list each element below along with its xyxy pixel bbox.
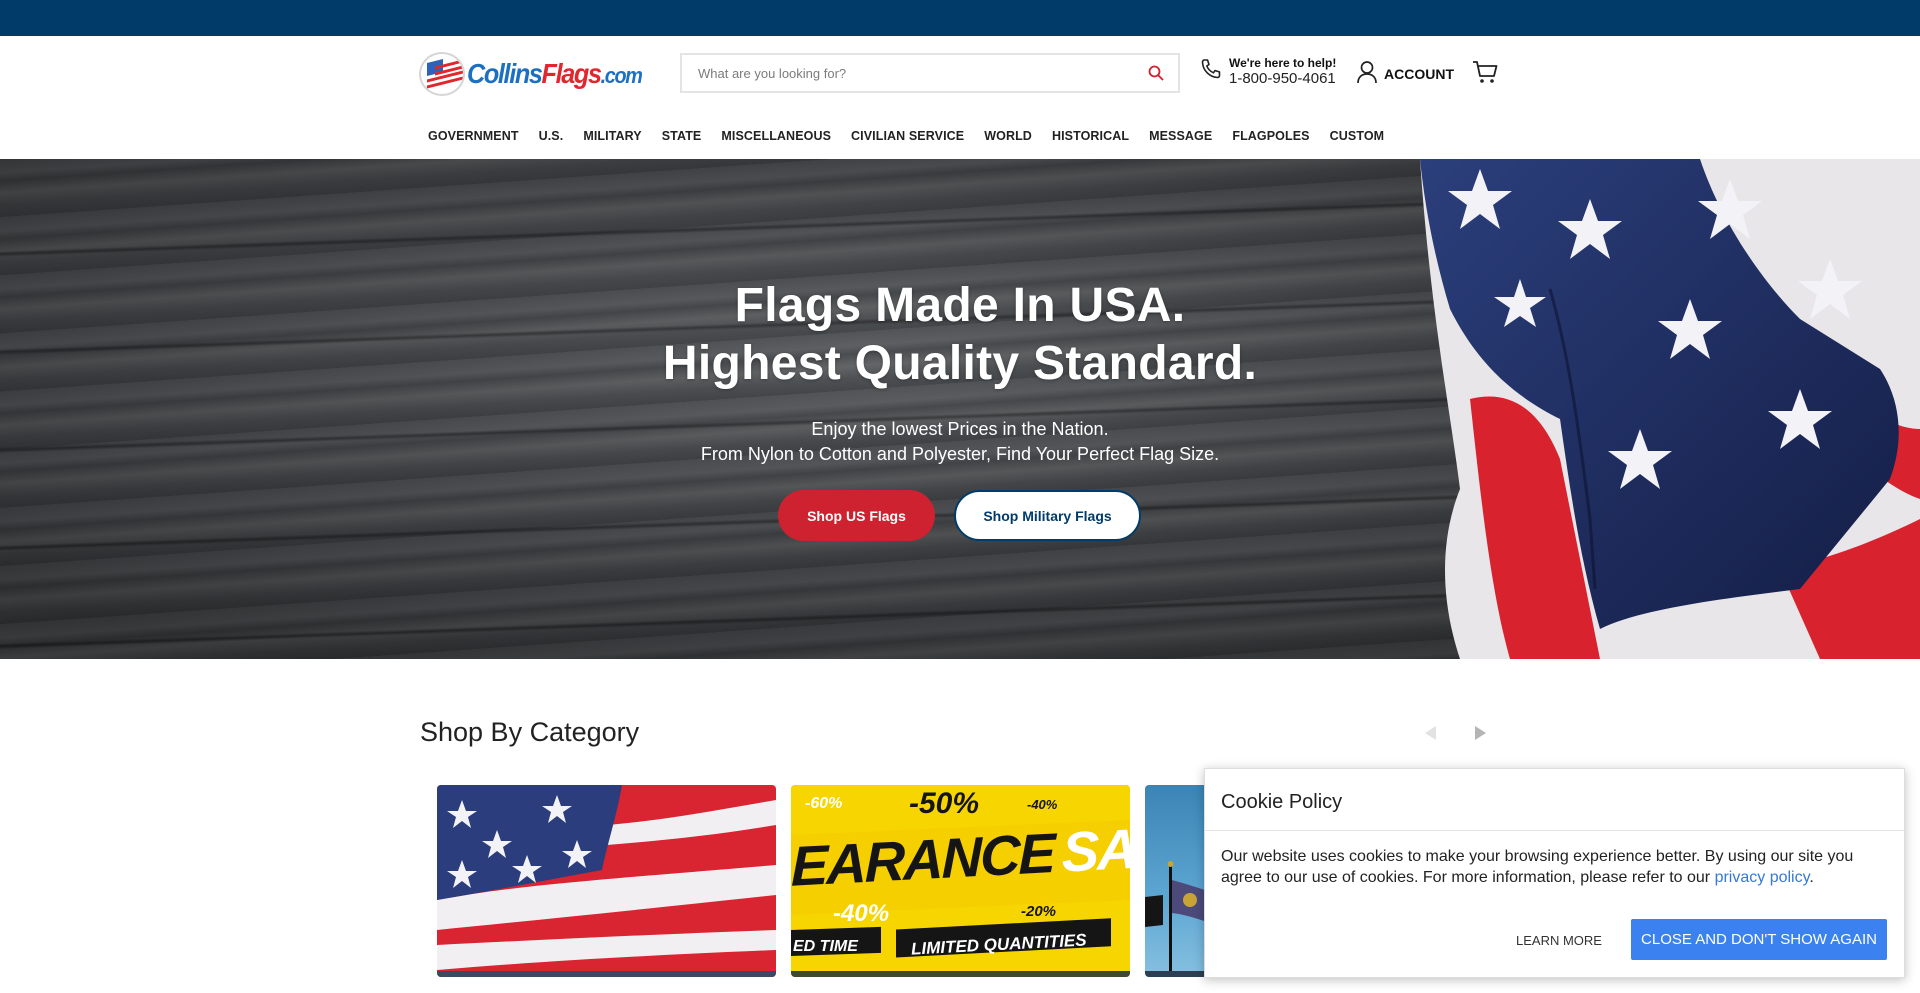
- cookie-title: Cookie Policy: [1221, 791, 1343, 813]
- nav-government[interactable]: GOVERNMENT: [418, 129, 529, 143]
- shop-military-flags-button[interactable]: Shop Military Flags: [954, 490, 1141, 541]
- nav-flagpoles[interactable]: FLAGPOLES: [1222, 129, 1319, 143]
- sale-headline-clearance: EARANCE: [791, 821, 1054, 898]
- logo-text-flags: Flags: [541, 58, 602, 89]
- site-header: CollinsFlags.com We're here to help! 1-8…: [0, 36, 1920, 159]
- shop-us-flags-button[interactable]: Shop US Flags: [778, 490, 935, 541]
- nav-historical[interactable]: HISTORICAL: [1042, 129, 1139, 143]
- logo-text: CollinsFlags.com: [467, 58, 643, 90]
- sale-pct-50: -50%: [909, 787, 980, 820]
- category-card-us-flags[interactable]: [437, 785, 776, 977]
- chevron-right-icon[interactable]: [1475, 726, 1486, 740]
- hero-title: Flags Made In USA. Highest Quality Stand…: [560, 277, 1360, 393]
- phone-number[interactable]: 1-800-950-4061: [1229, 71, 1336, 87]
- hero-title-line2: Highest Quality Standard.: [662, 337, 1258, 390]
- account-link[interactable]: ACCOUNT: [1356, 60, 1454, 87]
- logo-text-domain: .com: [600, 63, 643, 88]
- hero-flag-image: [1420, 159, 1920, 659]
- cart-icon: [1472, 61, 1498, 89]
- hero-subtitle-line2: From Nylon to Cotton and Polyester, Find…: [700, 444, 1220, 464]
- close-cookie-button[interactable]: CLOSE AND DON'T SHOW AGAIN: [1631, 919, 1887, 960]
- nav-military[interactable]: MILITARY: [573, 129, 651, 143]
- sale-tag-limited-time: ED TIME: [793, 938, 858, 955]
- nav-message[interactable]: MESSAGE: [1139, 129, 1222, 143]
- phone-icon: [1199, 57, 1223, 86]
- nav-state[interactable]: STATE: [652, 129, 712, 143]
- top-bar: [0, 0, 1920, 36]
- nav-us[interactable]: U.S.: [529, 129, 574, 143]
- hero-subtitle: Enjoy the lowest Prices in the Nation. F…: [560, 417, 1360, 467]
- nav-custom[interactable]: CUSTOM: [1320, 129, 1395, 143]
- search-bar: [680, 53, 1180, 93]
- hero-banner: Flags Made In USA. Highest Quality Stand…: [0, 159, 1920, 659]
- user-icon: [1356, 60, 1378, 87]
- search-input[interactable]: [682, 55, 1134, 91]
- logo-text-collins: Collins: [467, 58, 543, 89]
- help-label: We're here to help!: [1229, 56, 1337, 70]
- sale-headline-sale: SALE: [1061, 813, 1130, 884]
- search-icon[interactable]: [1134, 55, 1178, 91]
- learn-more-button[interactable]: LEARN MORE: [1504, 920, 1614, 960]
- main-nav: GOVERNMENT U.S. MILITARY STATE MISCELLAN…: [418, 119, 1394, 153]
- category-card-clearance-sale[interactable]: -50% -40% -60% EARANCE SALE -20% -40% ED …: [791, 785, 1130, 977]
- hero-title-line1: Flags Made In USA.: [734, 279, 1186, 332]
- privacy-policy-link[interactable]: privacy policy: [1715, 869, 1810, 886]
- chevron-left-icon[interactable]: [1425, 726, 1436, 740]
- sale-pct-40b: -40%: [833, 900, 890, 927]
- sale-pct-40: -40%: [1027, 797, 1058, 812]
- account-label: ACCOUNT: [1384, 65, 1454, 82]
- cookie-body-end: .: [1809, 869, 1814, 886]
- site-logo[interactable]: CollinsFlags.com: [419, 51, 663, 97]
- nav-miscellaneous[interactable]: MISCELLANEOUS: [711, 129, 841, 143]
- nav-civilian-service[interactable]: CIVILIAN SERVICE: [841, 129, 974, 143]
- hero-subtitle-line1: Enjoy the lowest Prices in the Nation.: [811, 419, 1109, 439]
- cookie-divider: [1205, 830, 1904, 831]
- cookie-body: Our website uses cookies to make your br…: [1221, 846, 1893, 888]
- logo-flag-icon: [419, 52, 465, 96]
- cart-button[interactable]: [1472, 59, 1498, 90]
- sale-pct-60: -60%: [805, 795, 843, 812]
- help-contact[interactable]: We're here to help! 1-800-950-4061: [1199, 55, 1336, 87]
- section-title-shop-by-category: Shop By Category: [420, 717, 640, 747]
- nav-world[interactable]: WORLD: [974, 129, 1042, 143]
- american-flag-image: [437, 785, 776, 977]
- sale-pct-20: -20%: [1021, 903, 1057, 920]
